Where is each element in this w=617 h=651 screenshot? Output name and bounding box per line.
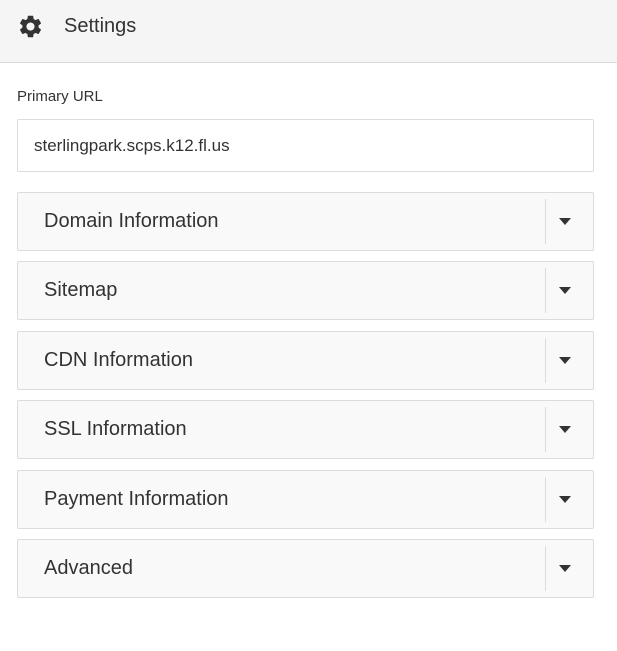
section-label: Payment Information bbox=[44, 488, 229, 510]
section-ssl-information[interactable]: SSL Information bbox=[17, 400, 594, 459]
chevron-down-icon[interactable] bbox=[559, 218, 571, 225]
chevron-down-icon[interactable] bbox=[559, 565, 571, 572]
section-label: Domain Information bbox=[44, 210, 219, 232]
divider bbox=[545, 268, 546, 313]
section-label: Advanced bbox=[44, 557, 133, 579]
section-domain-information[interactable]: Domain Information bbox=[17, 192, 594, 251]
chevron-down-icon[interactable] bbox=[559, 496, 571, 503]
primary-url-label: Primary URL bbox=[17, 88, 103, 105]
page-title: Settings bbox=[64, 15, 137, 37]
divider bbox=[545, 199, 546, 244]
divider bbox=[545, 546, 546, 591]
primary-url-input[interactable] bbox=[17, 119, 594, 172]
section-label: SSL Information bbox=[44, 418, 187, 440]
divider bbox=[545, 407, 546, 452]
section-label: Sitemap bbox=[44, 279, 118, 301]
section-payment-information[interactable]: Payment Information bbox=[17, 470, 594, 529]
section-label: CDN Information bbox=[44, 349, 193, 371]
section-cdn-information[interactable]: CDN Information bbox=[17, 331, 594, 390]
gear-icon bbox=[19, 15, 42, 38]
divider bbox=[545, 338, 546, 383]
divider bbox=[545, 477, 546, 522]
section-sitemap[interactable]: Sitemap bbox=[17, 261, 594, 320]
section-advanced[interactable]: Advanced bbox=[17, 539, 594, 598]
chevron-down-icon[interactable] bbox=[559, 357, 571, 364]
chevron-down-icon[interactable] bbox=[559, 426, 571, 433]
settings-header: Settings bbox=[0, 0, 617, 63]
chevron-down-icon[interactable] bbox=[559, 287, 571, 294]
